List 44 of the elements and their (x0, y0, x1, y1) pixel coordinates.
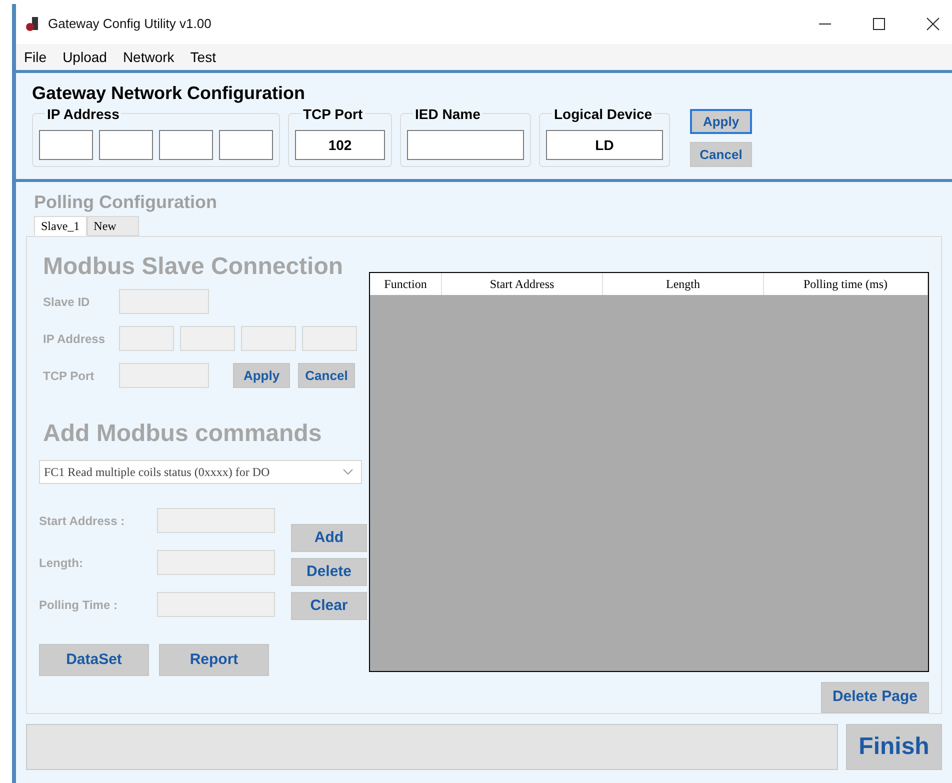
section-title: Modbus Slave Connection (42, 252, 344, 282)
app-icon (24, 16, 40, 32)
maximize-icon[interactable] (872, 17, 886, 31)
window-title: Gateway Config Utility v1.00 (48, 15, 212, 34)
button[interactable]: Clear (291, 592, 367, 620)
input-field[interactable] (39, 130, 93, 160)
menu-item[interactable]: File (24, 46, 47, 68)
button[interactable]: Cancel (298, 363, 355, 388)
chevron-down-icon (343, 469, 353, 475)
column-header[interactable]: Length (603, 273, 764, 295)
function-dropdown[interactable]: FC1 Read multiple coils status (0xxxx) for DO (39, 460, 362, 484)
button[interactable]: Delete Page (821, 682, 929, 713)
input-field[interactable] (407, 130, 524, 160)
input-field[interactable]: LD (546, 130, 663, 160)
section-title: Add Modbus commands (42, 419, 323, 449)
input-field[interactable]: 102 (295, 130, 385, 160)
menu-item[interactable]: Test (190, 46, 216, 68)
tab[interactable]: Slave_1 (34, 216, 87, 236)
field-label: Polling Time : (39, 596, 118, 614)
section-title: Polling Configuration (33, 191, 218, 214)
button[interactable]: Report (159, 644, 269, 676)
field-label: Length: (39, 554, 83, 572)
menu-item[interactable]: Upload (62, 46, 107, 68)
button[interactable]: Apply (690, 109, 752, 134)
menu-item[interactable]: Network (122, 46, 174, 68)
button[interactable]: Delete (291, 558, 367, 586)
field-label: Slave ID (42, 294, 91, 310)
input-field[interactable] (99, 130, 153, 160)
input-field[interactable] (159, 130, 213, 160)
close-icon[interactable] (926, 17, 940, 31)
tab[interactable]: New (86, 216, 139, 236)
button[interactable]: Cancel (690, 142, 752, 167)
column-header[interactable]: Function (370, 273, 442, 295)
input-field[interactable] (219, 130, 273, 160)
section-title: Gateway Network Configuration (32, 82, 306, 105)
field-label: Start Address : (39, 512, 125, 530)
button[interactable]: Add (291, 524, 367, 552)
button[interactable]: DataSet (39, 644, 149, 676)
column-header[interactable]: Start Address (442, 273, 603, 295)
button[interactable]: Finish (846, 724, 942, 770)
button[interactable]: Apply (233, 363, 290, 388)
column-header[interactable]: Polling time (ms) (764, 273, 928, 295)
field-label: TCP Port (42, 368, 96, 384)
field-label: IP Address (42, 330, 106, 348)
